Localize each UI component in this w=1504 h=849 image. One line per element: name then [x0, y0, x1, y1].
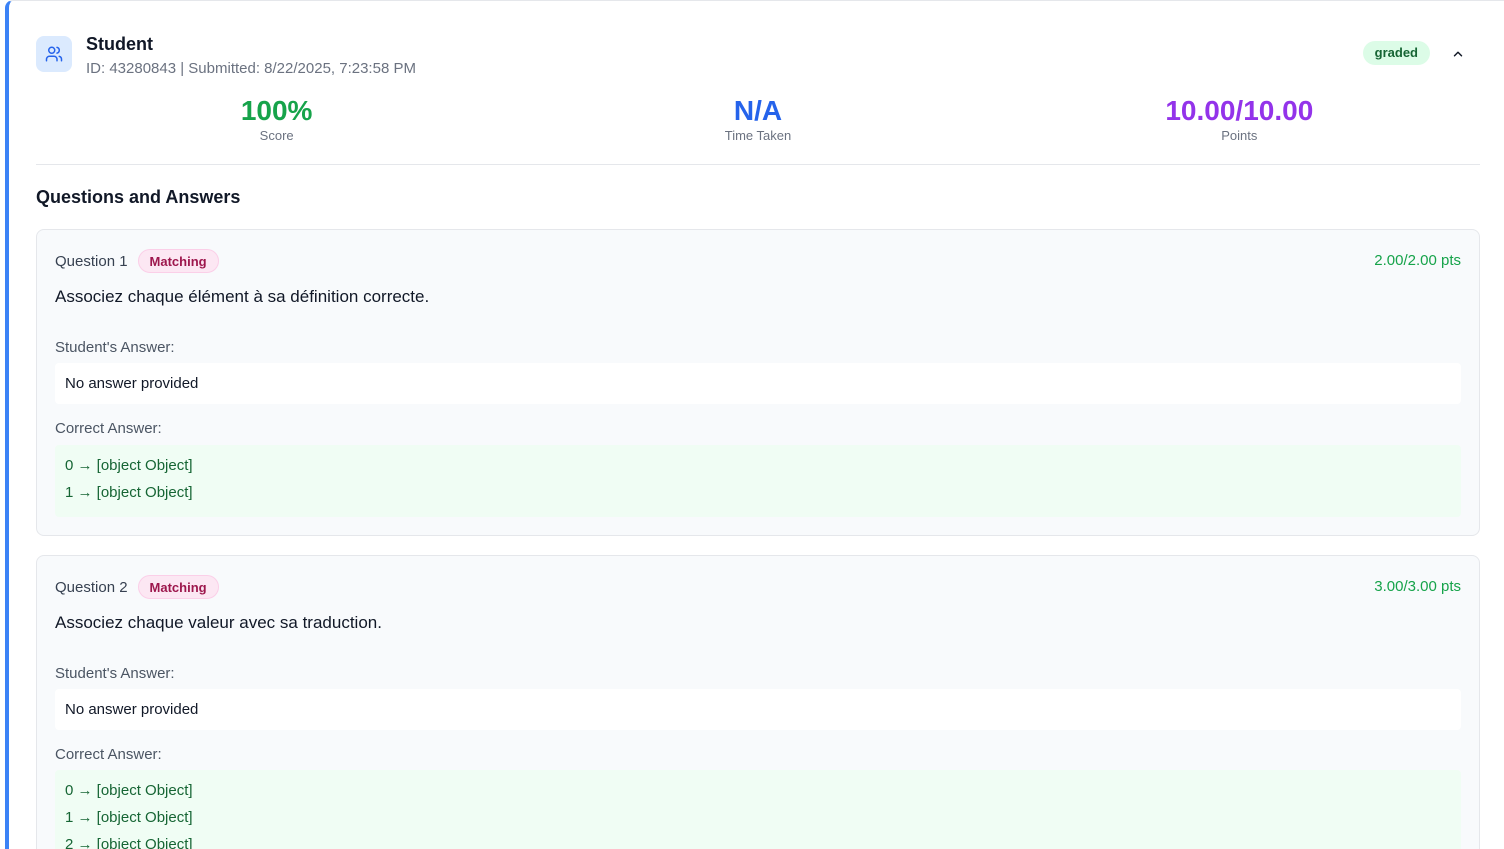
- correct-answer-item: 1 → [object Object]: [65, 809, 193, 826]
- question-type-badge: Matching: [137, 575, 219, 599]
- student-answer-label: Student's Answer:: [55, 339, 175, 356]
- stat-score: 100% Score: [36, 93, 517, 164]
- question-number: Question 1: [55, 252, 128, 270]
- correct-answer-item: 0 → [object Object]: [65, 457, 193, 474]
- correct-answer-label: Correct Answer:: [55, 420, 162, 437]
- score-label: Score: [259, 128, 294, 143]
- question-type-badge: Matching: [137, 249, 219, 273]
- question-text: Associez chaque élément à sa définition …: [55, 287, 430, 306]
- correct-answer-box: 0 → [object Object] 1 → [object Object]: [55, 445, 1461, 517]
- points-label: Points: [1221, 128, 1258, 143]
- student-answer-box: No answer provided: [55, 689, 1461, 730]
- correct-answer-item: 0 → [object Object]: [65, 782, 193, 799]
- correct-answer-item: 1 → [object Object]: [65, 484, 193, 501]
- question-number: Question 2: [55, 578, 128, 596]
- question-points: 2.00/2.00 pts: [1374, 252, 1461, 269]
- correct-answer-label: Correct Answer:: [55, 746, 162, 763]
- question-text: Associez chaque valeur avec sa traductio…: [55, 613, 382, 632]
- submission-meta: ID: 43280843 | Submitted: 8/22/2025, 7:2…: [86, 60, 416, 77]
- chevron-up-icon: [1453, 51, 1463, 57]
- collapse-button[interactable]: [1448, 44, 1468, 64]
- student-answer-label: Student's Answer:: [55, 665, 175, 682]
- question-header: Question 2 Matching: [55, 575, 219, 599]
- status-badge: graded: [1362, 41, 1430, 65]
- time-taken-label: Time Taken: [724, 128, 792, 143]
- score-value: 100%: [240, 95, 313, 126]
- time-taken-value: N/A: [733, 95, 783, 126]
- stat-points: 10.00/10.00 Points: [999, 93, 1480, 164]
- question-card: Question 1 Matching 2.00/2.00 pts Associ…: [36, 229, 1480, 536]
- correct-answer-box: 0 → [object Object] 1 → [object Object] …: [55, 770, 1461, 849]
- question-card: Question 2 Matching 3.00/3.00 pts Associ…: [36, 555, 1480, 849]
- question-points: 3.00/3.00 pts: [1374, 578, 1461, 595]
- submission-header: Student ID: 43280843 | Submitted: 8/22/2…: [36, 34, 1504, 79]
- points-value: 10.00/10.00: [1165, 95, 1314, 126]
- users-icon: [36, 36, 72, 72]
- question-header: Question 1 Matching: [55, 249, 219, 273]
- correct-answer-item: 2 → [object Object]: [65, 836, 193, 849]
- submission-card: Student ID: 43280843 | Submitted: 8/22/2…: [5, 0, 1504, 849]
- student-answer-box: No answer provided: [55, 363, 1461, 404]
- stat-time-taken: N/A Time Taken: [517, 93, 998, 164]
- stats-row: 100% Score N/A Time Taken 10.00/10.00 Po…: [36, 93, 1480, 165]
- student-name: Student: [86, 34, 153, 54]
- section-title: Questions and Answers: [36, 187, 241, 207]
